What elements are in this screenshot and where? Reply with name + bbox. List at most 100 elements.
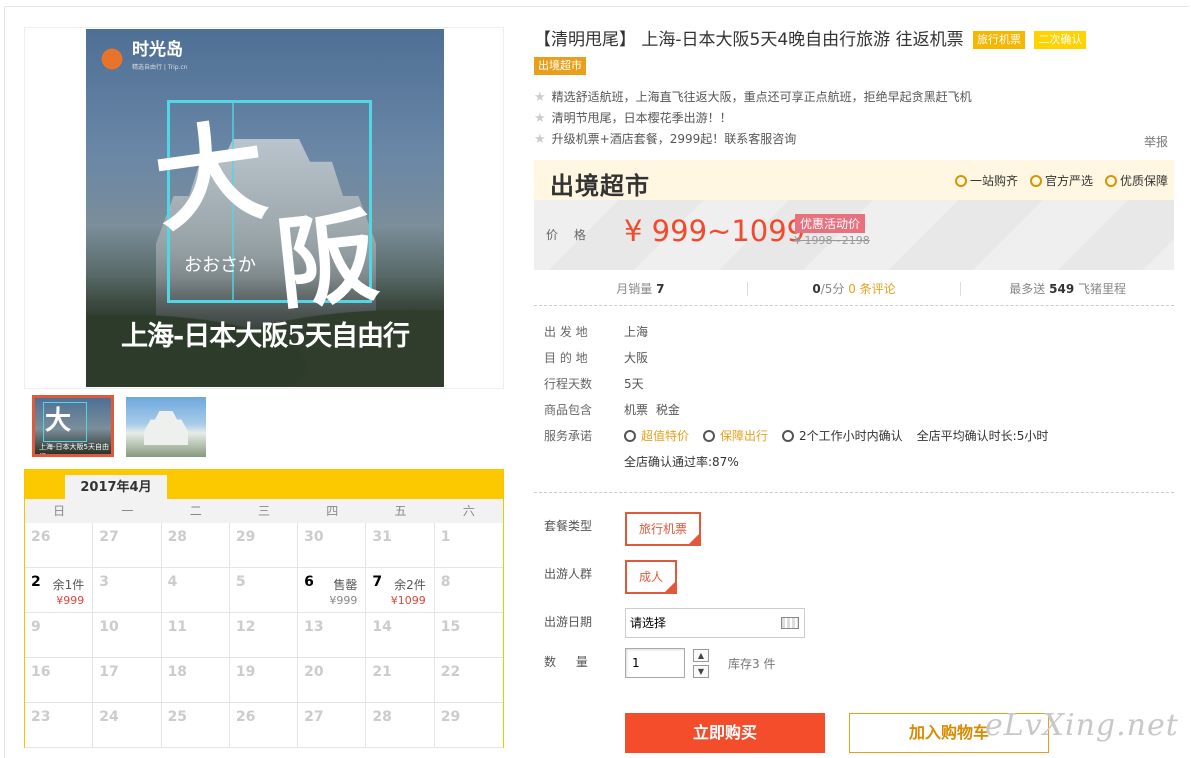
service-item: 超值特价 bbox=[624, 423, 689, 449]
calendar-day-number: 11 bbox=[167, 619, 188, 635]
thumbnail-1[interactable]: 大 上海-日本大阪5天自由行 bbox=[32, 395, 114, 457]
review-link[interactable]: 0 条评论 bbox=[848, 282, 895, 296]
crowd-label: 出游人群 bbox=[544, 567, 593, 581]
feature-item: ★ 升级机票+酒店套餐，2999起！联系客服咨询 bbox=[534, 132, 797, 147]
monthly-sales: 月销量 7 bbox=[534, 281, 748, 296]
weekday: 四 bbox=[326, 504, 339, 518]
calendar-day-number: 14 bbox=[372, 619, 392, 635]
info-row: 行程天数 5天 bbox=[544, 377, 644, 391]
calendar-day-number: 22 bbox=[440, 664, 461, 680]
brand-logo-icon bbox=[98, 41, 126, 71]
weekday: 三 bbox=[257, 504, 270, 518]
calendar-day-number: 18 bbox=[167, 664, 188, 680]
calendar-day-number: 29 bbox=[235, 529, 256, 545]
calendar-day-number: 21 bbox=[372, 664, 392, 680]
brand-logo-text: 时光岛 bbox=[132, 39, 183, 60]
service-item: 2个工作小时内确认 bbox=[782, 423, 903, 449]
calendar-month-tab[interactable]: 2017年4月 bbox=[65, 475, 167, 499]
calendar-day-number: 4 bbox=[167, 574, 178, 590]
check-circle-icon bbox=[1104, 175, 1117, 187]
price-value: ¥ 999~1099 bbox=[624, 214, 806, 248]
date-label: 出游日期 bbox=[544, 615, 593, 629]
weekday: 二 bbox=[189, 504, 202, 518]
calendar-day[interactable]: 7 余2件 ¥1099 bbox=[366, 568, 435, 613]
thumbnail-caption: 上海-日本大阪5天自由行 bbox=[39, 443, 109, 457]
calendar-day: 29 bbox=[434, 703, 503, 748]
page-border-left bbox=[4, 6, 5, 758]
calendar-day-number: 9 bbox=[31, 619, 41, 635]
section-divider bbox=[534, 492, 1174, 493]
quantity-up-button[interactable]: ▲ bbox=[693, 649, 709, 662]
calendar-day: 26 bbox=[229, 703, 299, 748]
calendar-day-number: 25 bbox=[167, 709, 188, 725]
calendar-day: 20 bbox=[298, 658, 367, 703]
calendar-day: 15 bbox=[434, 613, 503, 658]
calendar-day-number: 19 bbox=[235, 664, 256, 680]
stock-text: 库存3 件 bbox=[728, 657, 776, 671]
calendar-day[interactable]: 6 售罄 ¥999 bbox=[298, 568, 367, 613]
calendar-day-stock: 余1件 bbox=[52, 578, 85, 592]
weekday: 一 bbox=[121, 504, 134, 518]
weekday: 日 bbox=[53, 504, 66, 518]
thumbnail-char: 大 bbox=[45, 406, 72, 436]
product-detail: 【清明甩尾】 上海-日本大阪5天4晚自由行旅游 往返机票 旅行机票 二次确认 出… bbox=[534, 27, 1174, 753]
package-option-flight[interactable]: 旅行机票 bbox=[625, 512, 701, 546]
guarantee-item: 优质保障 bbox=[1104, 172, 1168, 189]
calendar-day: 28 bbox=[366, 703, 435, 748]
crowd-option-adult[interactable]: 成人 bbox=[625, 560, 677, 594]
calendar-day: 21 bbox=[366, 658, 435, 703]
calendar-day-number: 27 bbox=[304, 709, 324, 725]
service-confirm-time: 全店平均确认时长:5小时 bbox=[916, 429, 1049, 443]
calendar-day-number: 20 bbox=[304, 664, 324, 680]
calendar-day: 27 bbox=[93, 523, 162, 568]
calendar-day[interactable]: 2 余1件 ¥999 bbox=[25, 568, 94, 613]
price-label: 价 格 bbox=[546, 228, 592, 242]
calendar-day: 22 bbox=[434, 658, 503, 703]
check-circle-icon bbox=[1029, 175, 1042, 187]
package-label: 套餐类型 bbox=[544, 519, 593, 533]
page-border-top bbox=[4, 6, 1189, 7]
calendar-day-number: 13 bbox=[304, 619, 324, 635]
calendar-day: 19 bbox=[229, 658, 299, 703]
star-icon: ★ bbox=[534, 90, 546, 105]
calendar-day-price: ¥1099 bbox=[390, 594, 426, 607]
calendar-icon[interactable] bbox=[781, 617, 799, 629]
quantity-label: 数 量 bbox=[544, 655, 596, 669]
buy-now-button[interactable]: 立即购买 bbox=[625, 713, 825, 753]
calendar-day-price: ¥999 bbox=[329, 594, 358, 607]
image-char-ban: 阪 bbox=[270, 196, 383, 324]
product-title-row: 【清明甩尾】 上海-日本大阪5天4晚自由行旅游 往返机票 旅行机票 二次确认 出… bbox=[534, 27, 1174, 79]
calendar-day-price: ¥999 bbox=[56, 594, 85, 607]
check-circle-icon bbox=[624, 430, 636, 442]
selected-corner-icon bbox=[665, 582, 675, 592]
main-image-frame: 时光岛 精选自由行 | Trip.cn 大 阪 おおさか 上海-日本大阪5天自由… bbox=[24, 27, 504, 389]
calendar-day: 23 bbox=[25, 703, 94, 748]
calendar-day: 8 bbox=[434, 568, 503, 613]
date-picker-input[interactable]: 请选择 bbox=[625, 608, 805, 638]
calendar-day-number: 10 bbox=[99, 619, 119, 635]
calendar-day-number: 5 bbox=[235, 574, 246, 590]
calendar-day: 18 bbox=[161, 658, 230, 703]
quantity-down-button[interactable]: ▼ bbox=[693, 665, 709, 678]
check-circle-icon bbox=[782, 430, 795, 442]
quantity-input[interactable]: 1 bbox=[625, 648, 685, 678]
calendar-day: 27 bbox=[298, 703, 367, 748]
calendar-day-number: 28 bbox=[167, 529, 188, 545]
report-link[interactable]: 举报 bbox=[1144, 133, 1168, 150]
thumbnail-strip: 大 上海-日本大阪5天自由行 bbox=[32, 395, 206, 457]
image-kana: おおさか bbox=[184, 255, 256, 276]
product-title: 【清明甩尾】 上海-日本大阪5天4晚自由行旅游 往返机票 bbox=[534, 30, 964, 50]
star-icon: ★ bbox=[534, 111, 546, 126]
calendar-day: 11 bbox=[161, 613, 230, 658]
calendar-day: 24 bbox=[93, 703, 162, 748]
main-product-image[interactable]: 时光岛 精选自由行 | Trip.cn 大 阪 おおさか 上海-日本大阪5天自由… bbox=[86, 29, 444, 387]
guarantee-item: 官方严选 bbox=[1029, 172, 1093, 189]
calendar-day-number: 24 bbox=[99, 709, 119, 725]
service-list: 超值特价 保障出行 2个工作小时内确认 全店平均确认时长:5小时 全店确认通过率… bbox=[624, 423, 1164, 475]
thumbnail-2[interactable] bbox=[126, 397, 206, 457]
brand-logo-sub: 精选自由行 | Trip.cn bbox=[132, 63, 188, 71]
calendar-day-number: 1 bbox=[440, 529, 451, 545]
calendar-day: 12 bbox=[229, 613, 299, 658]
calendar-day: 9 bbox=[25, 613, 94, 658]
calendar-day-number: 6 bbox=[304, 574, 314, 590]
